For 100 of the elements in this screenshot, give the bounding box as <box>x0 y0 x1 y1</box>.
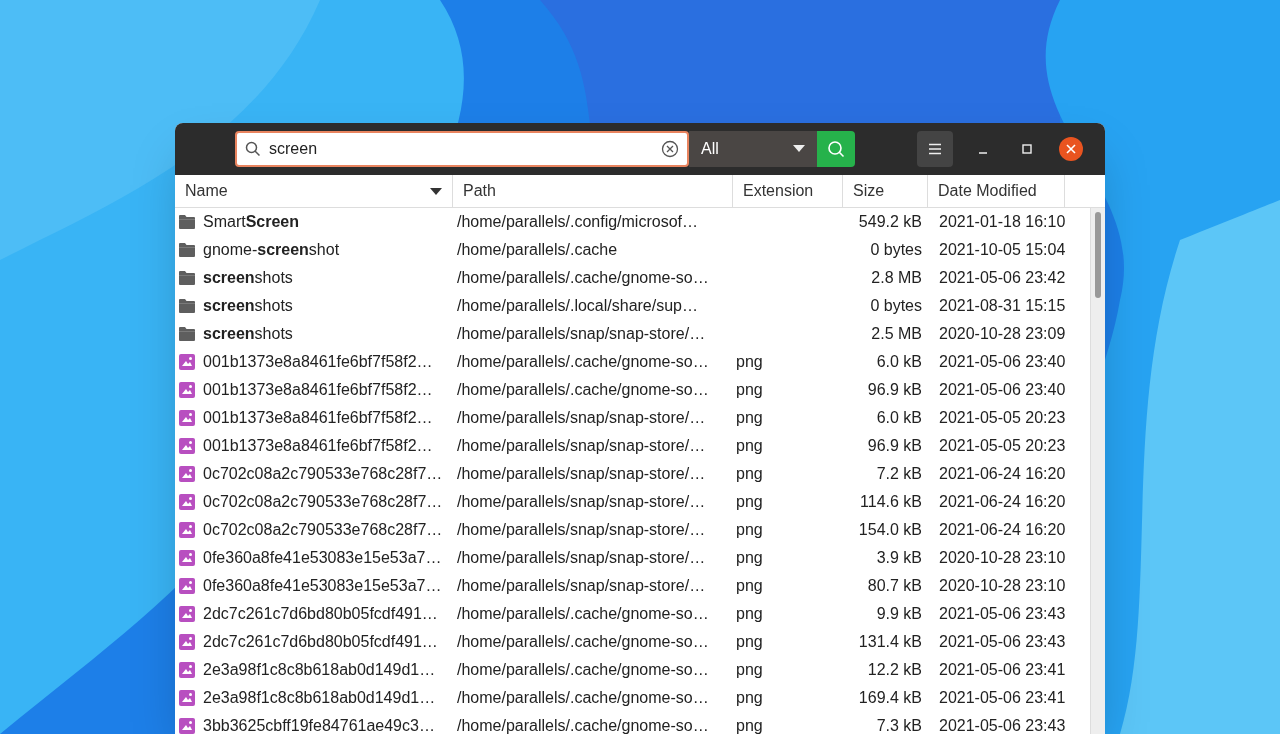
minimize-icon <box>978 152 988 154</box>
file-extension: png <box>736 353 763 370</box>
file-size: 131.4 kB <box>858 633 922 650</box>
filter-dropdown[interactable]: All <box>689 131 817 167</box>
image-file-icon <box>178 577 196 595</box>
date-modified: 2021-05-06 23:41 <box>939 689 1066 706</box>
date-modified: 2021-05-05 20:23 <box>939 437 1066 454</box>
file-size: 6.0 kB <box>876 409 922 426</box>
file-extension: png <box>736 633 763 650</box>
file-path: /home/parallels/snap/snap-store/… <box>457 325 706 342</box>
date-modified: 2021-05-06 23:40 <box>939 353 1066 370</box>
file-size: 2.5 MB <box>871 325 922 342</box>
search-icon <box>827 140 845 158</box>
column-label: Path <box>463 181 496 201</box>
image-file-icon <box>178 493 196 511</box>
column-header[interactable]: Name <box>175 175 453 207</box>
image-file-icon <box>178 661 196 679</box>
column-label: Extension <box>743 181 814 201</box>
file-name: 001b1373e8a8461fe6bf7f58f2… <box>203 436 433 456</box>
column-header[interactable]: Date Modified <box>928 175 1065 207</box>
file-path: /home/parallels/.cache/gnome-so… <box>457 661 709 678</box>
file-path: /home/parallels/snap/snap-store/… <box>457 577 706 594</box>
file-path: /home/parallels/.config/microsof… <box>457 213 698 230</box>
file-path: /home/parallels/.cache/gnome-so… <box>457 689 709 706</box>
date-modified: 2020-10-28 23:10 <box>939 577 1066 594</box>
date-modified: 2021-05-06 23:42 <box>939 269 1066 286</box>
file-path: /home/parallels/.local/share/sup… <box>457 297 698 314</box>
date-modified: 2021-06-24 16:20 <box>939 465 1066 482</box>
file-size: 154.0 kB <box>858 521 922 538</box>
file-extension: png <box>736 493 763 510</box>
file-path: /home/parallels/snap/snap-store/… <box>457 549 706 566</box>
file-name: SmartScreen <box>203 212 300 232</box>
image-file-icon <box>178 409 196 427</box>
file-path: /home/parallels/.cache/gnome-so… <box>457 269 709 286</box>
column-label: Date Modified <box>938 181 1037 201</box>
file-extension: png <box>736 465 763 482</box>
file-path: /home/parallels/.cache <box>457 241 618 258</box>
file-name: 2e3a98f1c8c8b618ab0d149d1… <box>203 660 436 680</box>
file-name: screenshots <box>203 324 293 344</box>
date-modified: 2021-06-24 16:20 <box>939 493 1066 510</box>
image-file-icon <box>178 381 196 399</box>
file-size: 7.3 kB <box>876 717 922 734</box>
date-modified: 2021-10-05 15:04 <box>939 241 1066 258</box>
column-header[interactable]: Extension <box>733 175 843 207</box>
column-header[interactable]: Path <box>453 175 733 207</box>
scrollbar[interactable] <box>1090 208 1105 734</box>
date-modified: 2020-10-28 23:10 <box>939 549 1066 566</box>
file-name: 0fe360a8fe41e53083e15e53a7… <box>203 548 442 568</box>
file-size: 80.7 kB <box>867 577 922 594</box>
file-extension: png <box>736 381 763 398</box>
close-button[interactable] <box>1059 137 1083 161</box>
file-name: 001b1373e8a8461fe6bf7f58f2… <box>203 408 433 428</box>
file-name: 001b1373e8a8461fe6bf7f58f2… <box>203 380 433 400</box>
file-name: 3bb3625cbff19fe84761ae49c3… <box>203 716 435 734</box>
file-extension: png <box>736 549 763 566</box>
file-size: 549.2 kB <box>858 213 922 230</box>
file-name: gnome-screenshot <box>203 240 340 260</box>
column-label: Name <box>185 181 228 201</box>
menu-icon <box>928 143 942 155</box>
menu-button[interactable] <box>917 131 953 167</box>
folder-icon <box>178 270 196 286</box>
image-file-icon <box>178 465 196 483</box>
file-size: 96.9 kB <box>867 437 922 454</box>
date-modified: 2021-05-06 23:43 <box>939 717 1066 734</box>
file-size: 6.0 kB <box>876 353 922 370</box>
file-extension: png <box>736 577 763 594</box>
file-size: 3.9 kB <box>876 549 922 566</box>
search-field[interactable]: screen <box>235 131 689 167</box>
file-name: 0fe360a8fe41e53083e15e53a7… <box>203 576 442 596</box>
date-modified: 2021-05-06 23:43 <box>939 633 1066 650</box>
file-name: screenshots <box>203 296 293 316</box>
folder-icon <box>178 214 196 230</box>
file-name: 0c702c08a2c790533e768c28f7… <box>203 492 443 512</box>
file-size: 12.2 kB <box>867 661 922 678</box>
column-label: Size <box>853 181 885 201</box>
column-header[interactable]: Size <box>843 175 928 207</box>
image-file-icon <box>178 549 196 567</box>
file-name: 2dc7c261c7d6bd80b05fcdf491… <box>203 604 438 624</box>
image-file-icon <box>178 689 196 707</box>
search-button[interactable] <box>817 131 855 167</box>
file-path: /home/parallels/snap/snap-store/… <box>457 437 706 454</box>
file-size: 0 bytes <box>870 241 922 258</box>
caret-icon <box>793 145 805 153</box>
file-path: /home/parallels/.cache/gnome-so… <box>457 633 709 650</box>
search-icon <box>245 141 261 157</box>
file-path: /home/parallels/snap/snap-store/… <box>457 465 706 482</box>
close-icon <box>1066 144 1076 154</box>
file-extension: png <box>736 605 763 622</box>
file-extension: png <box>736 689 763 706</box>
file-size: 2.8 MB <box>871 269 922 286</box>
file-path: /home/parallels/snap/snap-store/… <box>457 409 706 426</box>
file-size: 169.4 kB <box>858 689 922 706</box>
file-size: 9.9 kB <box>876 605 922 622</box>
file-extension: png <box>736 521 763 538</box>
clear-icon[interactable] <box>661 140 679 158</box>
folder-icon <box>178 242 196 258</box>
date-modified: 2021-01-18 16:10 <box>939 213 1066 230</box>
image-file-icon <box>178 633 196 651</box>
sort-arrow-icon <box>430 187 442 195</box>
image-file-icon <box>178 437 196 455</box>
